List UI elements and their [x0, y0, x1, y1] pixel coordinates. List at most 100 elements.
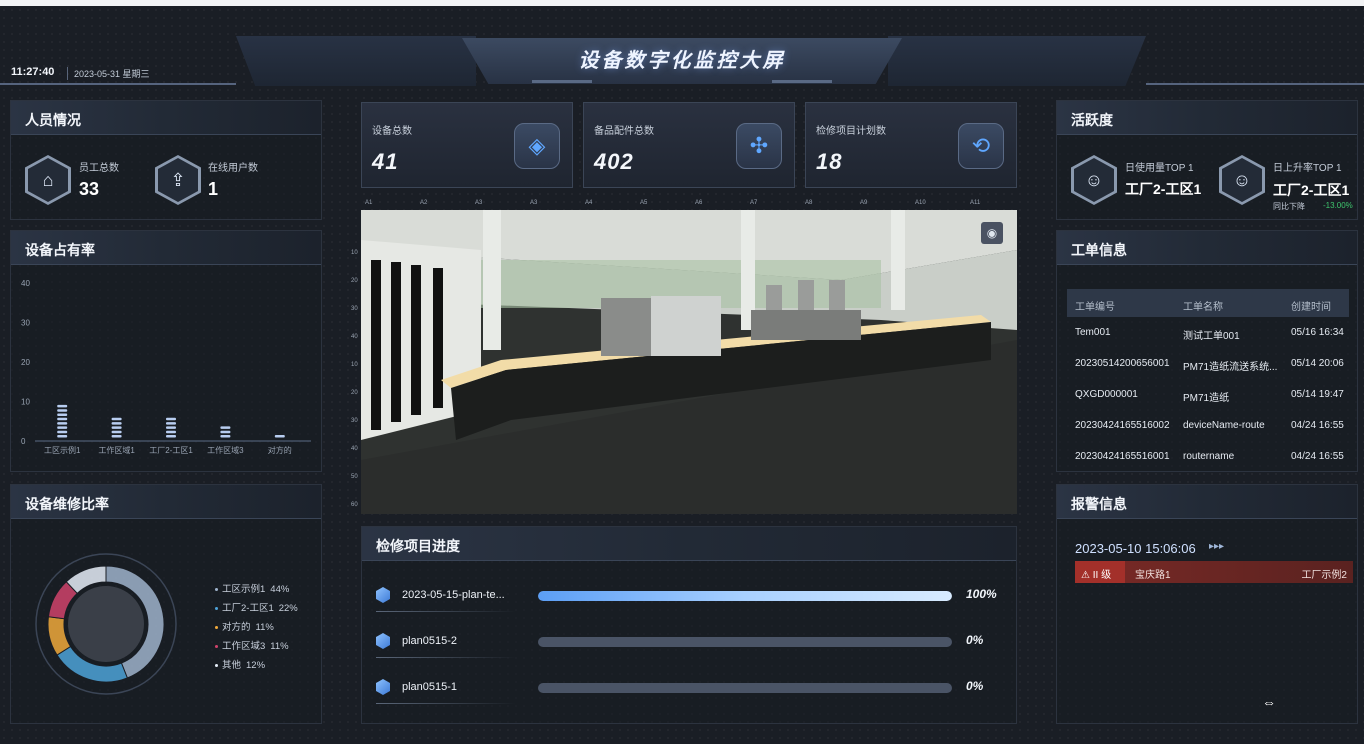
resize-cursor-icon: ⇔ — [1262, 694, 1276, 710]
table-header: 工单编号 工单名称 创建时间 — [1067, 289, 1349, 317]
ruler-tick-label: A3 — [530, 200, 538, 206]
user-home-icon: ⌂ — [25, 155, 71, 205]
online-user-icon: ⇪ — [155, 155, 201, 205]
legend-percent: 11% — [270, 641, 289, 652]
progress-track — [538, 637, 952, 647]
y-tick-label: 0 — [21, 437, 26, 446]
ruler-tick-label: 50 — [351, 474, 358, 480]
viewer-ruler-left: 10 20 30 40 10 20 30 40 50 60 — [350, 210, 361, 514]
table-row[interactable]: Tem001 测试工单001 05/16 16:34 — [1067, 319, 1349, 349]
column-header: 工单编号 — [1075, 302, 1115, 313]
legend-dot — [215, 606, 218, 610]
ruler-tick-label: 60 — [351, 502, 358, 508]
table-cell: deviceName-route — [1183, 420, 1265, 431]
stat-label: 设备总数 — [372, 126, 412, 137]
legend-dot — [215, 625, 218, 629]
ruler-tick-label: A8 — [805, 200, 813, 206]
3d-factory-viewer[interactable]: ◉ — [361, 210, 1017, 514]
ruler-tick-label: 30 — [351, 418, 358, 424]
table-cell: PM71造纸 — [1183, 393, 1230, 404]
cube-icon — [376, 633, 390, 649]
header-wing-right — [888, 36, 1146, 86]
clock-time: 11:27:40 — [11, 66, 55, 78]
legend-dot — [215, 663, 218, 667]
table-cell: 20230424165516001 — [1075, 451, 1170, 462]
progress-percent: 0% — [966, 633, 984, 647]
ruler-tick-label: A11 — [970, 200, 981, 206]
divider — [376, 611, 516, 612]
ruler-tick-label: 40 — [351, 446, 358, 452]
ruler-tick-label: A5 — [640, 200, 648, 206]
column-header: 工单名称 — [1183, 302, 1223, 313]
table-cell: QXGD000001 — [1075, 389, 1138, 400]
viewer-ruler-top: A1 A2 A3 A3 A4 A5 A6 A7 A8 A9 A10 A11 — [361, 200, 1017, 210]
stat-value: 1 — [208, 179, 219, 199]
bar[interactable] — [111, 417, 122, 438]
table-row[interactable]: QXGD000001 PM71造纸 05/14 19:47 — [1067, 381, 1349, 411]
factory-scene — [361, 210, 1017, 514]
work-order-panel: 工单信息 工单编号 工单名称 创建时间 Tem001 测试工单001 05/16 1… — [1056, 230, 1358, 472]
users-icon: ☺ — [1071, 155, 1117, 205]
y-tick-label: 20 — [21, 358, 30, 367]
personnel-panel: 人员情况 ⌂ 员工总数 33 ⇪ 在线用户数 1 — [10, 100, 322, 220]
legend-item: 工作区域3 11% — [215, 638, 289, 652]
alarm-time: 2023-05-10 15:06:06 — [1075, 541, 1196, 556]
panel-title: 人员情况 — [25, 112, 81, 128]
camera-icon[interactable]: ◉ — [981, 222, 1003, 244]
progress-item[interactable]: 2023-05-15-plan-te... 100% — [376, 583, 1016, 613]
legend-dot — [215, 587, 218, 591]
ruler-tick-label: 10 — [351, 362, 358, 368]
x-tick-label: 工作区域1 — [98, 445, 135, 455]
x-tick-label: 工厂2-工区1 — [149, 446, 193, 455]
alarm-item[interactable]: ⚠ II 级 宝庆路1 工厂示例2 — [1075, 561, 1353, 583]
column-header: 创建时间 — [1291, 302, 1331, 313]
progress-name: plan0515-1 — [402, 681, 458, 693]
alarm-location: 宝庆路1 — [1135, 570, 1171, 581]
legend-label: 其他 — [222, 660, 242, 671]
ruler-tick-label: A6 — [695, 200, 703, 206]
legend-item: 工厂2-工区1 22% — [215, 600, 298, 614]
parts-icon: ✣ — [736, 123, 782, 169]
divider — [376, 657, 516, 658]
page-title: 设备数字化监控大屏 — [578, 50, 786, 72]
table-cell: 05/14 19:47 — [1291, 389, 1344, 400]
occupancy-panel: 设备占有率 40 30 20 10 0 工区示例1 工作区域1 工厂2-工区1 工作区域3 对方的 — [10, 230, 322, 472]
table-row[interactable]: 20230424165516002 deviceName-route 04/24 1… — [1067, 412, 1349, 442]
progress-item[interactable]: plan0515-1 0% — [376, 675, 1016, 705]
legend-label: 对方的 — [222, 622, 251, 633]
bar[interactable] — [274, 435, 285, 438]
alarm-level: ⚠ II 级 — [1075, 561, 1125, 583]
forward-arrows-icon[interactable]: ▸▸▸ — [1209, 541, 1224, 552]
occupancy-bar-chart: 40 30 20 10 0 工区示例1 工作区域1 工厂2-工区1 工作区域3 对方的 — [21, 279, 311, 455]
progress-percent: 100% — [966, 587, 997, 601]
clock-date: 2023-05-31 星期三 — [67, 67, 150, 80]
table-row[interactable]: 20230514200656001 PM71造纸流送系统... 05/14 20:0… — [1067, 350, 1349, 380]
panel-title: 活跃度 — [1071, 112, 1113, 128]
stat-label: 检修项目计划数 — [816, 126, 886, 137]
header-line-left — [0, 83, 236, 85]
legend-percent: 12% — [246, 660, 266, 671]
header-deco — [772, 80, 832, 83]
panel-title: 设备占有率 — [25, 242, 95, 258]
bar[interactable] — [57, 404, 68, 438]
alarm-level-text: II 级 — [1092, 570, 1112, 581]
table-cell: 04/24 16:55 — [1291, 420, 1344, 431]
ruler-tick-label: 10 — [351, 250, 358, 256]
users-icon: ☺ — [1219, 155, 1265, 205]
activity-value: 工厂2-工区1 — [1273, 182, 1350, 198]
repair-ratio-donut-chart — [35, 553, 177, 695]
progress-panel: 检修项目进度 2023-05-15-plan-te... 100% plan05… — [361, 526, 1017, 724]
table-row[interactable]: 20230424165516001 routername 04/24 16:55 — [1067, 443, 1349, 473]
stat-value: 33 — [79, 179, 100, 199]
activity-panel: 活跃度 ☺ 日使用量TOP 1 工厂2-工区1 ☺ 日上升率TOP 1 工厂2-… — [1056, 100, 1358, 220]
progress-track — [538, 683, 952, 693]
x-tick-label: 工作区域3 — [207, 445, 244, 455]
progress-item[interactable]: plan0515-2 0% — [376, 629, 1016, 659]
stat-label: 员工总数 — [79, 163, 119, 174]
table-cell: routername — [1183, 451, 1235, 462]
ruler-tick-label: A3 — [475, 200, 483, 206]
bar[interactable] — [220, 426, 231, 438]
table-cell: 20230424165516002 — [1075, 420, 1170, 431]
bar[interactable] — [166, 417, 176, 438]
legend-dot — [215, 644, 218, 648]
